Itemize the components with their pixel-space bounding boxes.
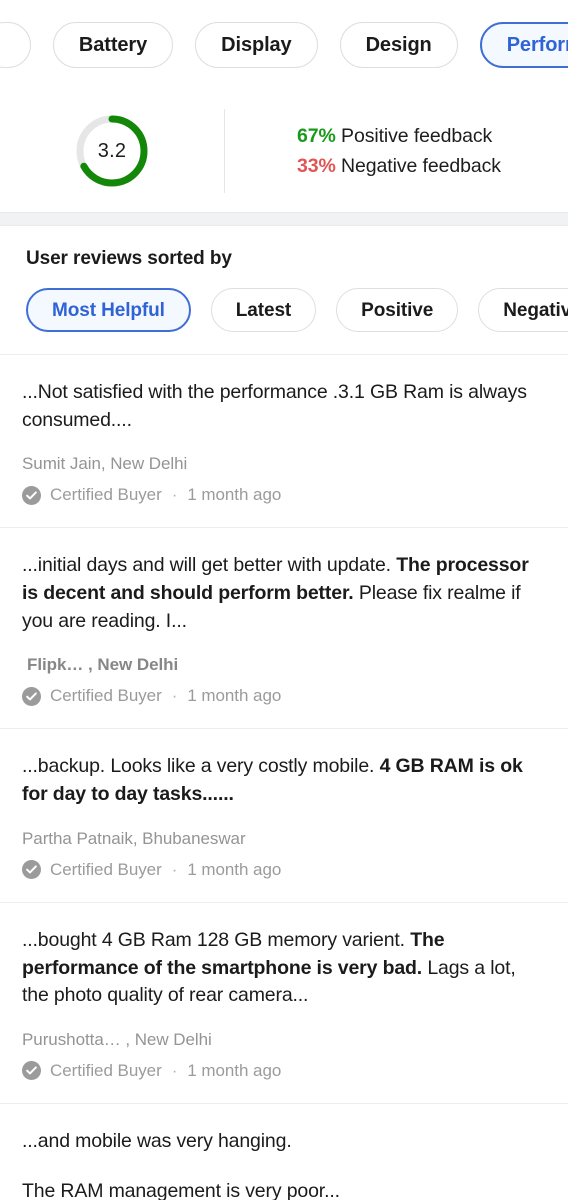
certified-buyer-badge: Certified Buyer [50, 1060, 162, 1080]
verified-check-icon [22, 485, 41, 505]
review-author: Sumit Jain, New Delhi [22, 454, 188, 474]
positive-feedback-label: Positive feedback [335, 124, 493, 147]
review-text: ...Not satisfied with the performance .3… [22, 379, 542, 434]
meta-separator: · [171, 1060, 178, 1080]
review-paragraph: ...initial days and will get better with… [22, 552, 542, 635]
aspect-tab-label: Design [365, 34, 432, 56]
review-segment: ...Not satisfied with the performance .3… [22, 381, 527, 431]
sort-title: User reviews sorted by [26, 248, 232, 269]
review-segment: The RAM management is very poor... [22, 1179, 340, 1200]
review-item[interactable]: ...and mobile was very hanging. The RAM m… [0, 1104, 568, 1200]
review-timestamp: 1 month ago [187, 485, 282, 505]
sort-option-label: Negative [503, 299, 568, 321]
verified-check-icon [22, 686, 41, 706]
review-paragraph: ...backup. Looks like a very costly mobi… [22, 753, 542, 808]
aspect-tab-battery[interactable]: Battery [52, 22, 174, 68]
positive-feedback-line: 67% Positive feedback [297, 124, 501, 148]
verified-check-icon [22, 860, 41, 880]
sort-option-positive[interactable]: Positive [336, 288, 459, 332]
sort-option-most-helpful[interactable]: Most Helpful [26, 288, 191, 332]
review-timestamp: 1 month ago [187, 1060, 282, 1080]
aspect-tab-display[interactable]: Display [195, 22, 318, 68]
aspect-tab-partial[interactable] [0, 22, 31, 68]
review-paragraph: ...Not satisfied with the performance .3… [22, 379, 542, 434]
aspect-tab-design[interactable]: Design [339, 22, 458, 68]
rating-summary: 3.2 67% Positive feedback 33% Negative f… [0, 90, 568, 212]
verified-check-icon [22, 1061, 41, 1081]
rating-donut: 3.2 [73, 112, 151, 190]
certified-buyer-badge: Certified Buyer [50, 859, 162, 879]
review-meta: Certified Buyer · 1 month ago [22, 686, 542, 706]
negative-feedback-line: 33% Negative feedback [297, 154, 501, 178]
sort-section: User reviews sorted by Most Helpful Lates… [0, 226, 568, 355]
review-meta: Certified Buyer · 1 month ago [22, 1061, 542, 1081]
rating-donut-wrap: 3.2 [0, 112, 224, 190]
review-item[interactable]: ...bought 4 GB Ram 128 GB memory varient… [0, 903, 568, 1104]
review-segment: ...backup. Looks like a very costly mobi… [22, 755, 380, 778]
review-aspect-page: Battery Display Design Performance 3.2 67% … [0, 0, 568, 1200]
review-paragraph: ...and mobile was very hanging. [22, 1128, 542, 1156]
sort-options: Most Helpful Latest Positive Negative [26, 288, 568, 332]
review-segment: ...bought 4 GB Ram 128 GB memory varient… [22, 928, 411, 951]
aspect-tab-label: Performance [506, 34, 568, 56]
review-paragraph: The RAM management is very poor... [22, 1178, 542, 1200]
review-text: ...backup. Looks like a very costly mobi… [22, 753, 542, 808]
aspect-tab-label [1, 35, 12, 55]
review-paragraph: ...bought 4 GB Ram 128 GB memory varient… [22, 927, 542, 1010]
review-text: ...and mobile was very hanging. The RAM m… [22, 1128, 542, 1200]
review-meta: Certified Buyer · 1 month ago [22, 860, 542, 880]
negative-feedback-percent: 33% [297, 155, 336, 177]
meta-separator: · [171, 859, 178, 879]
review-meta: Certified Buyer · 1 month ago [22, 485, 542, 505]
review-segment: ...and mobile was very hanging. [22, 1129, 292, 1152]
sort-option-label: Positive [361, 299, 434, 321]
review-text: ...initial days and will get better with… [22, 552, 542, 635]
review-timestamp: 1 month ago [187, 686, 282, 706]
section-separator-band [0, 212, 568, 226]
aspect-tab-label: Battery [78, 34, 148, 56]
review-timestamp: 1 month ago [187, 859, 282, 879]
review-author: Flipk… , New Delhi [27, 655, 179, 675]
aspect-tabs-row: Battery Display Design Performance [0, 22, 568, 68]
meta-separator: · [171, 485, 178, 505]
review-item[interactable]: ...backup. Looks like a very costly mobi… [0, 729, 568, 903]
review-author: Partha Patnaik, Bhubaneswar [22, 828, 246, 848]
feedback-breakdown: 67% Positive feedback 33% Negative feedb… [225, 124, 501, 179]
review-item[interactable]: ...Not satisfied with the performance .3… [0, 355, 568, 529]
meta-separator: · [171, 686, 178, 706]
negative-feedback-label: Negative feedback [335, 155, 501, 177]
rating-score: 3.2 [97, 139, 127, 162]
aspect-tabs-strip[interactable]: Battery Display Design Performance [0, 0, 568, 90]
aspect-tab-label: Display [221, 34, 292, 56]
review-author: Purushotta… , New Delhi [22, 1029, 212, 1049]
review-text: ...bought 4 GB Ram 128 GB memory varient… [22, 927, 542, 1010]
review-segment: ...initial days and will get better with… [22, 554, 397, 577]
sort-option-label: Latest [235, 299, 292, 321]
certified-buyer-badge: Certified Buyer [50, 686, 162, 706]
sort-option-label: Most Helpful [52, 299, 165, 321]
positive-feedback-percent: 67% [297, 124, 336, 147]
certified-buyer-badge: Certified Buyer [50, 485, 162, 505]
sort-option-latest[interactable]: Latest [210, 288, 317, 332]
review-item[interactable]: ...initial days and will get better with… [0, 528, 568, 730]
reviews-list: ...Not satisfied with the performance .3… [0, 355, 568, 1200]
sort-option-negative[interactable]: Negative [478, 288, 568, 332]
aspect-tab-performance[interactable]: Performance [479, 22, 568, 68]
